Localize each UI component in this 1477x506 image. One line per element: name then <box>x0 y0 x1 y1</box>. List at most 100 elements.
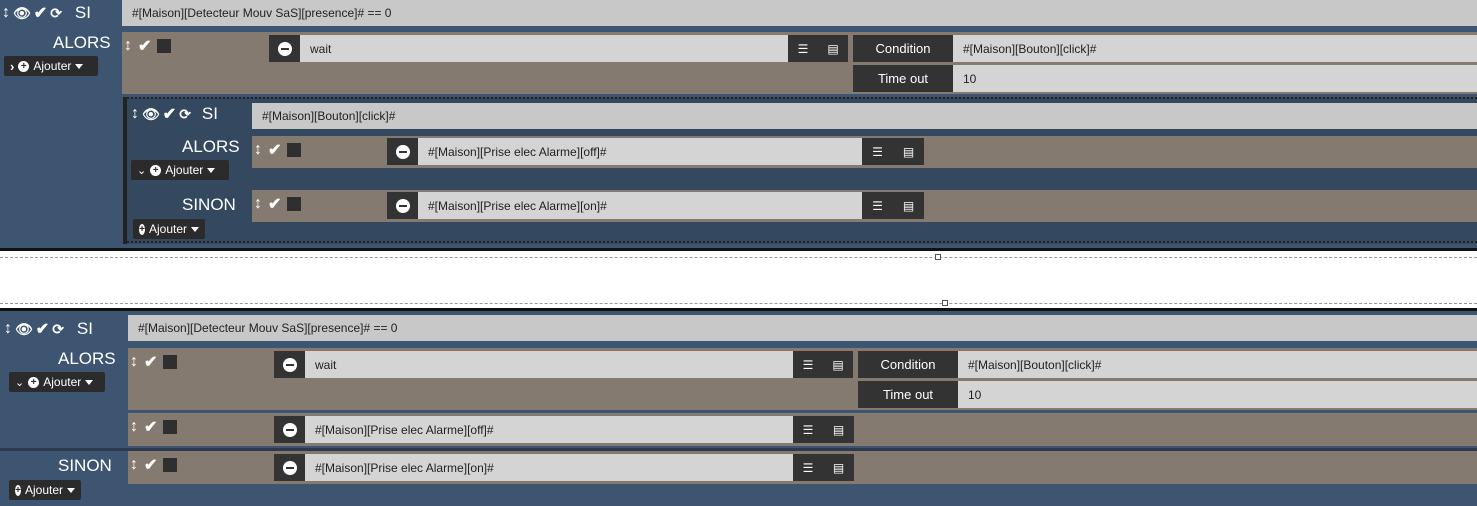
move-icon[interactable]: ↕ <box>2 4 10 22</box>
block-separator <box>0 248 1477 251</box>
action-off-input[interactable]: #[Maison][Prise elec Alarme][off]# <box>305 416 793 443</box>
si-condition-input[interactable]: #[Maison][Detecteur Mouv SaS][presence]#… <box>128 315 1477 341</box>
alors-ajouter-button[interactable]: › + Ajouter <box>4 56 98 76</box>
plus-circle-icon: + <box>15 484 21 496</box>
eye-icon[interactable]: 👁 <box>13 5 31 22</box>
remove-action-button[interactable] <box>274 351 305 378</box>
check-icon[interactable]: ✔ <box>36 319 49 339</box>
tasks-icon[interactable]: ☰ <box>793 351 823 378</box>
checkbox[interactable] <box>157 39 172 53</box>
tasks-icon[interactable]: ☰ <box>862 138 893 165</box>
caret-down-icon <box>75 63 84 69</box>
nested-sinon-label: SINON <box>182 195 236 214</box>
nested-sinon-ajouter-button[interactable]: + Ajouter <box>133 219 205 239</box>
check-icon[interactable]: ✔ <box>144 352 157 372</box>
nested-sinon-action-input[interactable]: #[Maison][Prise elec Alarme][on]# <box>418 192 862 219</box>
minus-circle-icon <box>282 422 297 437</box>
timeout-key-label: Time out <box>853 65 953 92</box>
remove-action-button[interactable] <box>274 454 305 481</box>
nested-bottom-divider <box>123 241 1477 243</box>
tasks-icon[interactable]: ☰ <box>788 35 818 62</box>
tasks-icon[interactable]: ☰ <box>862 192 893 219</box>
action-off-controls: ↕ ✔ <box>130 417 178 437</box>
checkbox[interactable] <box>287 197 302 211</box>
remove-action-button[interactable] <box>387 192 418 219</box>
nested-si-condition-input[interactable]: #[Maison][Bouton][click]# <box>252 103 1477 129</box>
resize-guide-bottom <box>0 303 1477 304</box>
caret-down-icon <box>207 167 216 173</box>
move-icon[interactable]: ↕ <box>130 353 138 371</box>
tasks-icon[interactable]: ☰ <box>793 416 823 443</box>
move-icon[interactable]: ↕ <box>131 105 139 123</box>
refresh-icon[interactable]: ⟳ <box>52 321 64 338</box>
condition-value-input[interactable]: #[Maison][Bouton][click]# <box>958 351 1477 378</box>
chevron-right-icon: › <box>10 58 15 74</box>
move-icon[interactable]: ↕ <box>254 141 262 159</box>
tasks-icon[interactable]: ☰ <box>793 454 823 481</box>
plus-circle-icon: + <box>139 223 145 235</box>
list-icon[interactable]: ▤ <box>823 416 854 443</box>
list-icon[interactable]: ▤ <box>823 454 854 481</box>
list-icon[interactable]: ▤ <box>823 351 853 378</box>
alors-label: ALORS <box>53 33 111 52</box>
checkbox[interactable] <box>163 420 178 434</box>
nested-alors-controls: ↕ ✔ <box>254 140 302 160</box>
remove-action-button[interactable] <box>269 35 300 62</box>
timeout-key-label: Time out <box>858 381 958 408</box>
resize-handle-top[interactable] <box>935 254 941 260</box>
nested-top-divider <box>123 97 1477 99</box>
checkbox[interactable] <box>163 458 178 472</box>
wait-action-input[interactable]: wait <box>300 35 788 62</box>
list-icon[interactable]: ▤ <box>893 192 924 219</box>
nested-alors-ajouter-button[interactable]: ⌄ + Ajouter <box>131 160 229 180</box>
nested-alors-action-input[interactable]: #[Maison][Prise elec Alarme][off]# <box>418 138 862 165</box>
timeout-value-input[interactable]: 10 <box>953 65 1477 92</box>
checkbox[interactable] <box>287 143 302 157</box>
check-icon[interactable]: ✔ <box>268 140 281 160</box>
si-header-1: ↕ 👁 ✔ ⟳ SI <box>0 0 122 26</box>
sinon-ajouter-button[interactable]: + Ajouter <box>9 480 81 500</box>
refresh-icon[interactable]: ⟳ <box>50 5 62 22</box>
check-icon[interactable]: ✔ <box>34 3 47 23</box>
si-condition-input[interactable]: #[Maison][Detecteur Mouv SaS][presence]#… <box>122 0 1477 26</box>
si-label: SI <box>74 3 91 22</box>
move-icon[interactable]: ↕ <box>4 320 12 338</box>
eye-icon[interactable]: 👁 <box>15 321 33 338</box>
caret-down-icon <box>191 226 199 232</box>
move-icon[interactable]: ↕ <box>254 195 262 213</box>
checkbox[interactable] <box>163 355 178 369</box>
nested-si-label: SI <box>201 104 218 123</box>
alors-ajouter-button[interactable]: ⌄ + Ajouter <box>9 372 105 392</box>
check-icon[interactable]: ✔ <box>163 104 176 124</box>
chevron-down-icon: ⌄ <box>137 164 147 177</box>
move-icon[interactable]: ↕ <box>130 456 138 474</box>
timeout-value-input[interactable]: 10 <box>958 381 1477 408</box>
list-icon[interactable]: ▤ <box>893 138 924 165</box>
eye-icon[interactable]: 👁 <box>142 106 160 123</box>
remove-action-button[interactable] <box>274 416 305 443</box>
check-icon[interactable]: ✔ <box>144 455 157 475</box>
plus-circle-icon: + <box>150 164 162 176</box>
minus-circle-icon <box>395 198 410 213</box>
wait-row-controls: ↕ ✔ <box>124 36 172 56</box>
wait-action-input[interactable]: wait <box>305 351 793 378</box>
nested-si-header: ↕ 👁 ✔ ⟳ SI <box>131 103 218 125</box>
resize-handle-bottom[interactable] <box>942 300 948 306</box>
minus-circle-icon <box>395 144 410 159</box>
check-icon[interactable]: ✔ <box>268 194 281 214</box>
plus-circle-icon: + <box>28 376 40 388</box>
nested-alors-label: ALORS <box>182 137 240 156</box>
action-on-controls: ↕ ✔ <box>130 455 178 475</box>
move-icon[interactable]: ↕ <box>130 418 138 436</box>
condition-key-label: Condition <box>853 35 953 62</box>
check-icon[interactable]: ✔ <box>144 417 157 437</box>
action-on-input[interactable]: #[Maison][Prise elec Alarme][on]# <box>305 454 793 481</box>
move-icon[interactable]: ↕ <box>124 37 132 55</box>
plus-circle-icon: + <box>18 60 30 72</box>
condition-value-input[interactable]: #[Maison][Bouton][click]# <box>953 35 1477 62</box>
list-icon[interactable]: ▤ <box>818 35 848 62</box>
remove-action-button[interactable] <box>387 138 418 165</box>
condition-key-label: Condition <box>858 351 958 378</box>
check-icon[interactable]: ✔ <box>138 36 151 56</box>
refresh-icon[interactable]: ⟳ <box>179 106 191 123</box>
